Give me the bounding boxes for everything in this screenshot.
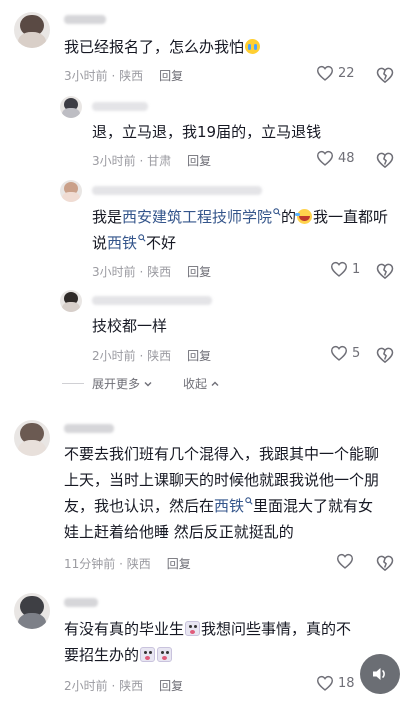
avatar[interactable] — [14, 420, 50, 456]
username-blurred[interactable] — [64, 424, 114, 433]
comment-meta: 2小时前 · 陕西 回复 — [64, 679, 184, 693]
reply-text: 技校都一样 — [92, 317, 168, 335]
like-count: 1 — [352, 261, 361, 277]
crying-emoji-icon — [245, 39, 261, 54]
comment-text: 我已经报名了，怎么办我怕 — [64, 34, 384, 60]
search-icon — [245, 497, 253, 505]
like-button[interactable]: 18 — [316, 675, 355, 691]
like-button[interactable]: 22 — [316, 65, 355, 81]
dislike-icon[interactable] — [376, 554, 394, 572]
heart-icon — [330, 345, 348, 361]
comment-meta: 3小时前 · 陕西 回复 — [64, 69, 184, 83]
reply-button[interactable]: 回复 — [187, 154, 211, 168]
comment-text: 不要去我们班有几个混得入，我跟其中一个能聊上天，当时上课聊天的时候他就跟我说他一… — [64, 445, 380, 541]
replies-toggle-row: 展开更多 收起 — [62, 375, 220, 392]
like-count: 48 — [338, 150, 355, 166]
like-count: 5 — [352, 345, 361, 361]
username-blurred[interactable] — [64, 15, 106, 24]
chevron-down-icon — [144, 381, 152, 386]
chevron-up-icon — [211, 381, 219, 386]
link-school[interactable]: 西安建筑工程技师学院 — [122, 208, 272, 226]
reply-button[interactable]: 回复 — [159, 679, 183, 693]
like-button[interactable]: 48 — [316, 150, 355, 166]
collapse-button[interactable]: 收起 — [183, 375, 220, 392]
username-blurred[interactable] — [64, 598, 98, 607]
like-count: 22 — [338, 65, 355, 81]
comment-text: 有没有真的毕业生 我想问些事情，真的不要招生办的 — [64, 620, 352, 664]
reply-meta: 2小时前 · 陕西 回复 — [92, 349, 212, 363]
heart-icon — [336, 553, 354, 569]
laughing-emoji-icon — [295, 209, 313, 224]
avatar[interactable] — [60, 96, 82, 118]
dislike-icon[interactable] — [376, 262, 394, 280]
dislike-icon[interactable] — [376, 346, 394, 364]
avatar[interactable] — [14, 593, 50, 629]
avatar[interactable] — [60, 180, 82, 202]
link-xitie[interactable]: 西铁 — [214, 497, 244, 515]
avatar[interactable] — [14, 12, 50, 48]
reply-meta: 3小时前 · 陕西 回复 — [92, 265, 212, 279]
avatar[interactable] — [60, 290, 82, 312]
scared-emoji-icon — [157, 647, 173, 662]
username-blurred[interactable] — [92, 102, 148, 111]
scared-emoji-icon — [185, 621, 201, 636]
sound-button[interactable] — [360, 654, 400, 694]
link-xitie[interactable]: 西铁 — [107, 234, 137, 252]
expand-more-button[interactable]: 展开更多 — [92, 375, 153, 392]
username-blurred[interactable] — [92, 186, 262, 195]
like-button[interactable] — [336, 553, 354, 569]
reply-button[interactable]: 回复 — [167, 557, 191, 571]
username-blurred[interactable] — [92, 296, 212, 305]
dislike-icon[interactable] — [376, 151, 394, 169]
search-icon — [273, 208, 281, 216]
heart-icon — [316, 65, 334, 81]
like-button[interactable]: 5 — [330, 345, 360, 361]
speaker-icon — [373, 668, 385, 680]
heart-icon — [316, 150, 334, 166]
reply-meta: 3小时前 · 甘肃 回复 — [92, 154, 212, 168]
reply-button[interactable]: 回复 — [159, 69, 183, 83]
dislike-icon[interactable] — [376, 66, 394, 84]
like-count: 18 — [338, 675, 355, 691]
comment-meta: 11分钟前 · 陕西 回复 — [64, 557, 191, 571]
divider — [62, 383, 84, 384]
reply-text: 退，立马退，我19届的，立马退钱 — [92, 123, 322, 141]
heart-icon — [316, 675, 334, 691]
scared-emoji-icon — [140, 647, 156, 662]
reply-button[interactable]: 回复 — [187, 349, 211, 363]
reply-text: 我是西安建筑工程技师学院的我一直都听说西铁 不好 — [92, 208, 389, 252]
like-button[interactable]: 1 — [330, 261, 360, 277]
reply-button[interactable]: 回复 — [187, 265, 211, 279]
heart-icon — [330, 261, 348, 277]
search-icon — [138, 234, 146, 242]
